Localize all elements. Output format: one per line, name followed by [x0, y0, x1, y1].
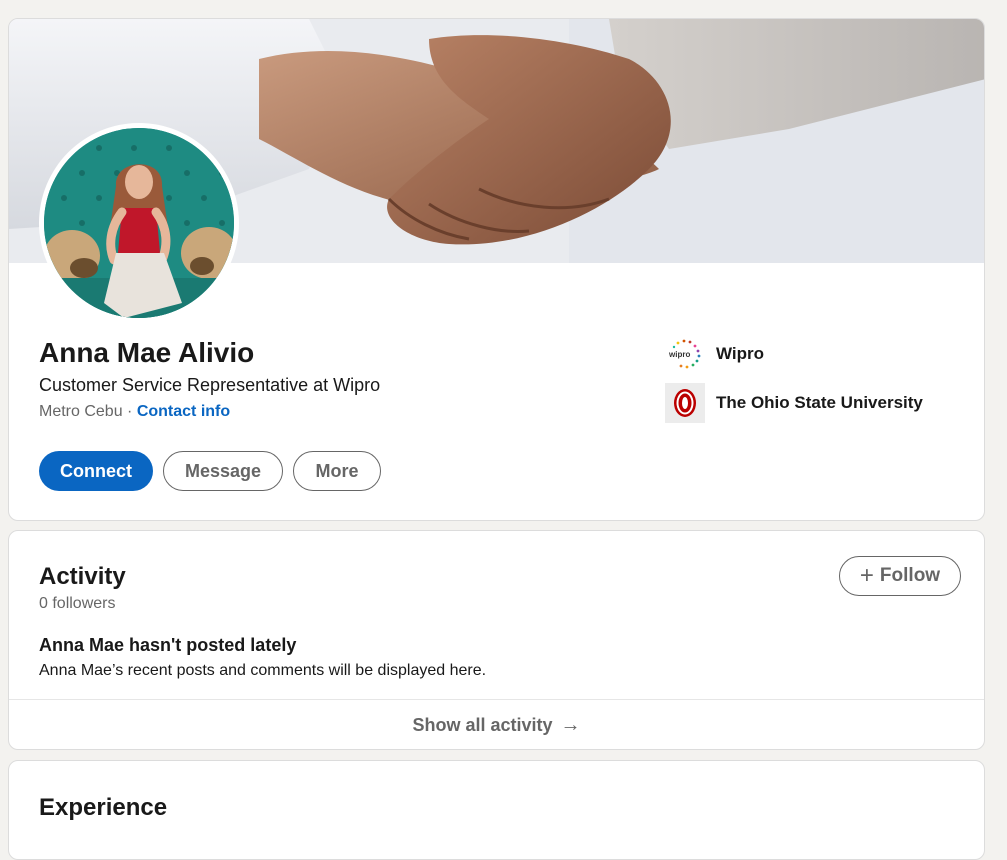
- connect-button[interactable]: Connect: [39, 451, 153, 491]
- wipro-logo: wipro: [665, 334, 705, 374]
- location-separator: ·: [122, 403, 137, 420]
- arrow-right-icon: →: [560, 714, 581, 736]
- message-button[interactable]: Message: [163, 451, 283, 491]
- follow-button[interactable]: + Follow: [839, 556, 961, 596]
- profile-card: Anna Mae Alivio Customer Service Represe…: [8, 18, 985, 521]
- more-button[interactable]: More: [293, 451, 381, 491]
- profile-location: Metro Cebu: [39, 403, 123, 420]
- ohio-state-logo: [665, 383, 705, 423]
- profile-location-line: Metro Cebu · Contact info: [39, 403, 230, 421]
- show-all-label: Show all activity: [412, 715, 553, 735]
- plus-icon: +: [859, 562, 874, 589]
- follow-label: Follow: [879, 565, 941, 586]
- profile-photo[interactable]: [39, 123, 239, 323]
- company-name: Wipro: [716, 344, 765, 363]
- activity-card: Activity 0 followers + Follow Anna Mae h…: [8, 530, 985, 750]
- current-company-wipro[interactable]: wipro Wipro: [665, 334, 764, 374]
- show-all-activity-link[interactable]: Show all activity →: [9, 700, 984, 749]
- profile-name: Anna Mae Alivio: [39, 337, 255, 368]
- education-ohio-state[interactable]: The Ohio State University: [665, 383, 923, 423]
- contact-info-link[interactable]: Contact info: [137, 403, 230, 420]
- school-name: The Ohio State University: [716, 393, 923, 412]
- wipro-logo-text: wipro: [668, 350, 690, 359]
- followers-count: 0 followers: [39, 595, 116, 612]
- profile-headline: Customer Service Representative at Wipro: [39, 375, 381, 395]
- activity-title: Activity: [39, 563, 126, 590]
- activity-empty-title: Anna Mae hasn't posted lately: [39, 635, 297, 655]
- activity-empty-description: Anna Mae’s recent posts and comments wil…: [39, 662, 487, 679]
- experience-title: Experience: [39, 794, 168, 821]
- experience-card: Experience: [8, 760, 985, 860]
